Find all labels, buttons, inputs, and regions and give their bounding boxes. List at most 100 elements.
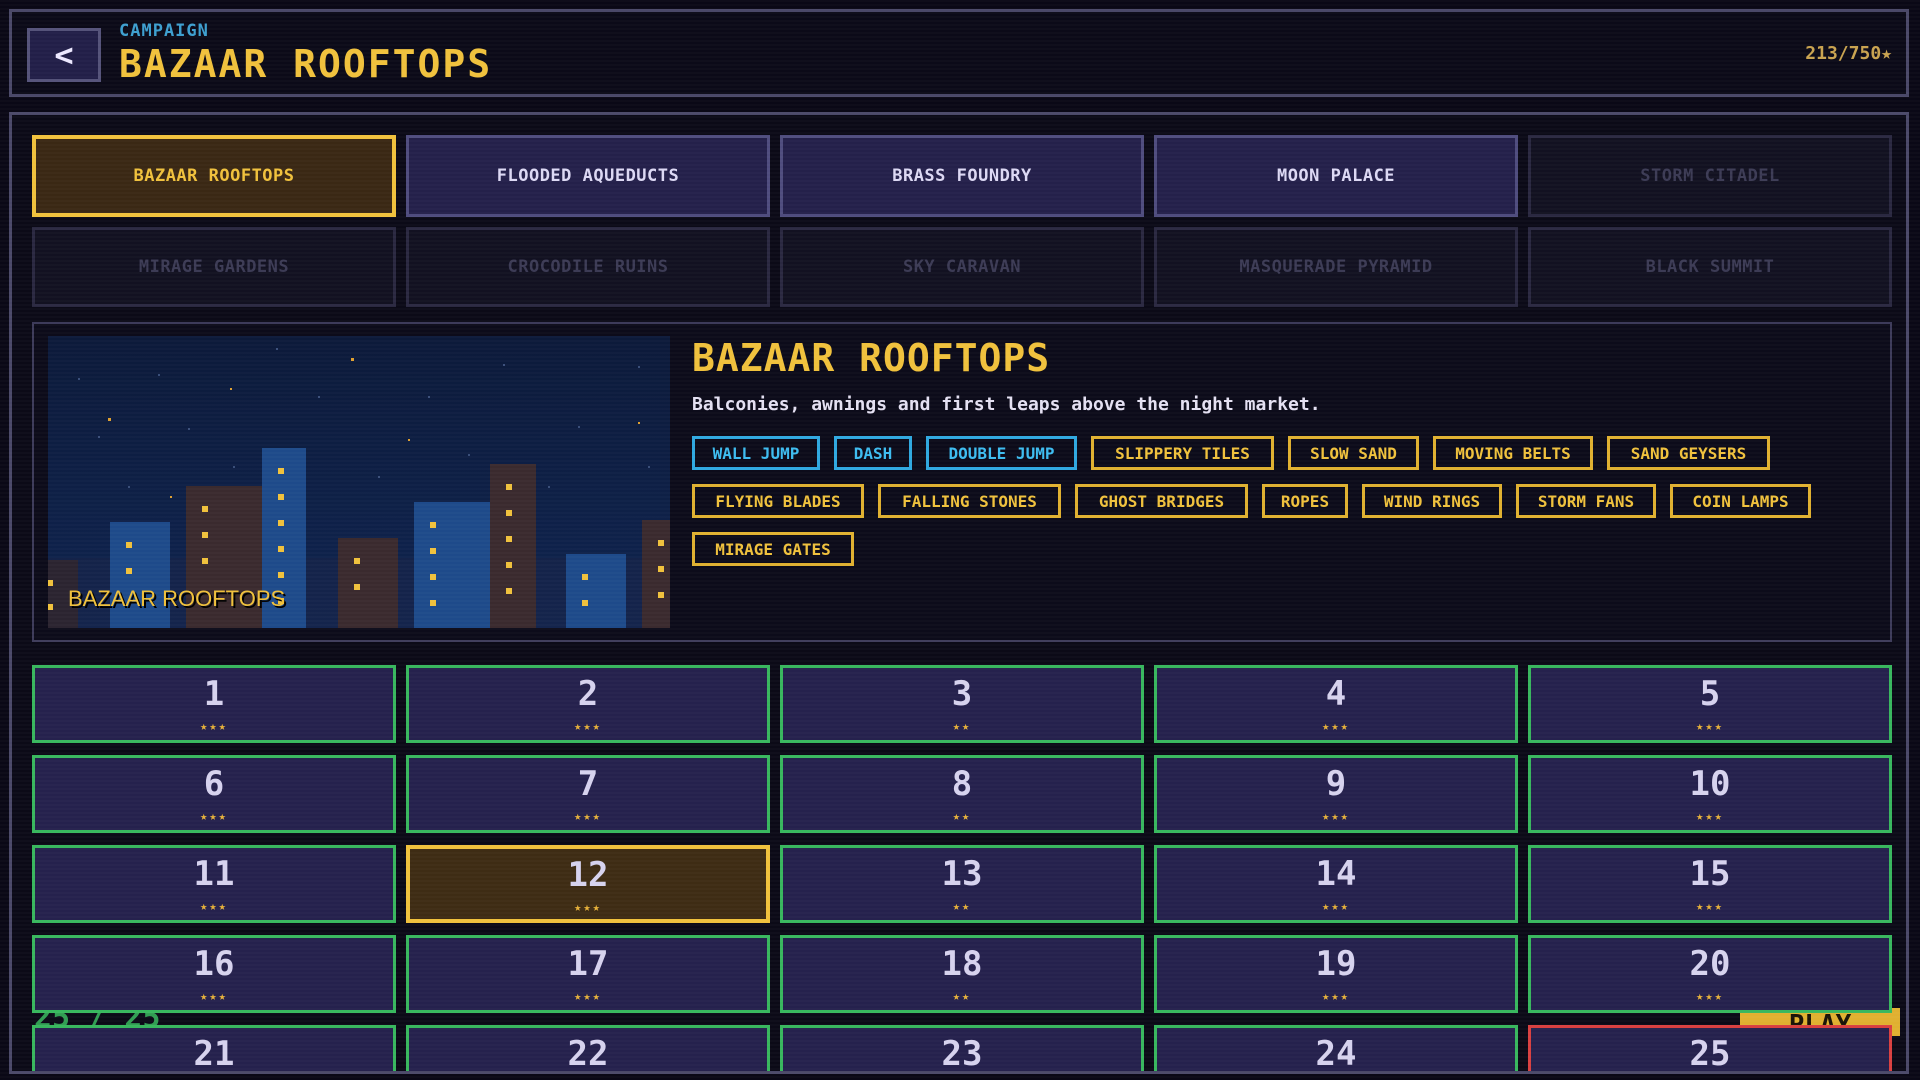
mechanic-tag-hazard: SLIPPERY TILES: [1091, 436, 1274, 470]
level-stars: ★★★: [1696, 719, 1724, 733]
mechanic-tag-hazard: FALLING STONES: [878, 484, 1061, 518]
back-button[interactable]: <: [27, 28, 101, 82]
level-number: 18: [941, 944, 983, 984]
mechanic-tag-ability: DASH: [834, 436, 912, 470]
world-tab-crocodile-ruins[interactable]: CROCODILE RUINS: [406, 227, 770, 307]
level-tile-7[interactable]: 7 ★★★: [406, 755, 770, 833]
world-tab-mirage-gardens[interactable]: MIRAGE GARDENS: [32, 227, 396, 307]
world-info-card: BAZAAR ROOFTOPS BAZAAR ROOFTOPS Balconie…: [32, 322, 1892, 642]
world-tab-moon-palace[interactable]: MOON PALACE: [1154, 135, 1518, 217]
world-tab-brass-foundry[interactable]: BRASS FOUNDRY: [780, 135, 1144, 217]
level-stars: ★★★: [1322, 719, 1350, 733]
level-number: 23: [941, 1034, 983, 1074]
night-skyline-art: [48, 336, 670, 628]
level-tile-25-boss[interactable]: 25: [1528, 1025, 1892, 1074]
level-stars: ★★: [952, 899, 972, 913]
level-number: 8: [951, 764, 973, 804]
mechanic-tag-hazard: WIND RINGS: [1362, 484, 1502, 518]
mechanic-tag-hazard: COIN LAMPS: [1670, 484, 1811, 518]
mechanic-tag-hazard: SAND GEYSERS: [1607, 436, 1770, 470]
level-stars: ★★★: [1322, 899, 1350, 913]
level-number: 3: [951, 674, 973, 714]
level-stars: ★★: [952, 809, 972, 823]
level-number: 2: [577, 674, 599, 714]
level-stars: ★★★: [200, 989, 228, 1003]
mechanic-tag-hazard: MIRAGE GATES: [692, 532, 854, 566]
level-number: 20: [1689, 944, 1731, 984]
level-stars: ★★★: [574, 809, 602, 823]
mechanic-tag-ability: DOUBLE JUMP: [926, 436, 1077, 470]
level-tile-21[interactable]: 21: [32, 1025, 396, 1074]
mechanic-tag-hazard: ROPES: [1262, 484, 1348, 518]
level-tile-5[interactable]: 5 ★★★: [1528, 665, 1892, 743]
level-tile-18[interactable]: 18 ★★: [780, 935, 1144, 1013]
level-number: 6: [203, 764, 225, 804]
level-stars: ★★★: [574, 989, 602, 1003]
level-tile-15[interactable]: 15 ★★★: [1528, 845, 1892, 923]
level-number: 7: [577, 764, 599, 804]
world-tab-black-summit[interactable]: BLACK SUMMIT: [1528, 227, 1892, 307]
level-number: 24: [1315, 1034, 1357, 1074]
world-tab-bazaar-rooftops[interactable]: BAZAAR ROOFTOPS: [32, 135, 396, 217]
level-tile-17[interactable]: 17 ★★★: [406, 935, 770, 1013]
level-tile-22[interactable]: 22: [406, 1025, 770, 1074]
level-tile-20[interactable]: 20 ★★★: [1528, 935, 1892, 1013]
world-tab-sky-caravan[interactable]: SKY CARAVAN: [780, 227, 1144, 307]
mechanic-tag-hazard: SLOW SAND: [1288, 436, 1419, 470]
level-number: 14: [1315, 854, 1357, 894]
level-stars: ★★: [952, 719, 972, 733]
page-title: BAZAAR ROOFTOPS: [119, 42, 493, 86]
level-number: 25: [1689, 1034, 1731, 1074]
mechanic-tag-hazard: FLYING BLADES: [692, 484, 864, 518]
level-number: 12: [567, 855, 609, 895]
level-number: 10: [1689, 764, 1731, 804]
level-tile-6[interactable]: 6 ★★★: [32, 755, 396, 833]
level-tile-24[interactable]: 24: [1154, 1025, 1518, 1074]
level-stars: ★★★: [1322, 809, 1350, 823]
total-stars-counter: 213/750★: [1805, 43, 1892, 64]
world-tab-masquerade-pyramid[interactable]: MASQUERADE PYRAMID: [1154, 227, 1518, 307]
level-number: 16: [193, 944, 235, 984]
level-stars: ★★★: [1322, 989, 1350, 1003]
level-stars: ★★★: [1696, 989, 1724, 1003]
level-stars: ★★★: [200, 809, 228, 823]
preview-caption: BAZAAR ROOFTOPS: [68, 586, 286, 611]
level-tile-12-selected[interactable]: 12 ★★★: [406, 845, 770, 923]
level-tile-19[interactable]: 19 ★★★: [1154, 935, 1518, 1013]
campaign-panel: BAZAAR ROOFTOPS FLOODED AQUEDUCTS BRASS …: [9, 112, 1909, 1074]
world-description: Balconies, awnings and first leaps above…: [692, 394, 1321, 415]
level-stars: ★★★: [200, 719, 228, 733]
level-number: 17: [567, 944, 609, 984]
level-tile-9[interactable]: 9 ★★★: [1154, 755, 1518, 833]
level-stars: ★★★: [574, 719, 602, 733]
level-number: 21: [193, 1034, 235, 1074]
level-stars: ★★★: [1696, 809, 1724, 823]
mechanic-tag-ability: WALL JUMP: [692, 436, 820, 470]
level-number: 15: [1689, 854, 1731, 894]
level-tile-10[interactable]: 10 ★★★: [1528, 755, 1892, 833]
level-number: 19: [1315, 944, 1357, 984]
level-number: 5: [1699, 674, 1721, 714]
level-number: 1: [203, 674, 225, 714]
level-number: 4: [1325, 674, 1347, 714]
level-tile-8[interactable]: 8 ★★: [780, 755, 1144, 833]
level-tile-16[interactable]: 16 ★★★: [32, 935, 396, 1013]
level-tile-13[interactable]: 13 ★★: [780, 845, 1144, 923]
level-tile-11[interactable]: 11 ★★★: [32, 845, 396, 923]
mechanic-tag-hazard: STORM FANS: [1516, 484, 1656, 518]
world-tab-flooded-aqueducts[interactable]: FLOODED AQUEDUCTS: [406, 135, 770, 217]
level-tile-14[interactable]: 14 ★★★: [1154, 845, 1518, 923]
level-number: 22: [567, 1034, 609, 1074]
world-tab-storm-citadel[interactable]: STORM CITADEL: [1528, 135, 1892, 217]
level-tile-1[interactable]: 1 ★★★: [32, 665, 396, 743]
level-number: 9: [1325, 764, 1347, 804]
level-stars: ★★: [952, 989, 972, 1003]
mechanic-tag-hazard: MOVING BELTS: [1433, 436, 1593, 470]
level-tile-3[interactable]: 3 ★★: [780, 665, 1144, 743]
level-tile-2[interactable]: 2 ★★★: [406, 665, 770, 743]
top-bar: < CAMPAIGN BAZAAR ROOFTOPS 213/750★: [9, 9, 1909, 97]
level-tile-4[interactable]: 4 ★★★: [1154, 665, 1518, 743]
level-stars: ★★★: [200, 899, 228, 913]
level-tile-23[interactable]: 23: [780, 1025, 1144, 1074]
level-stars: ★★★: [574, 900, 602, 914]
